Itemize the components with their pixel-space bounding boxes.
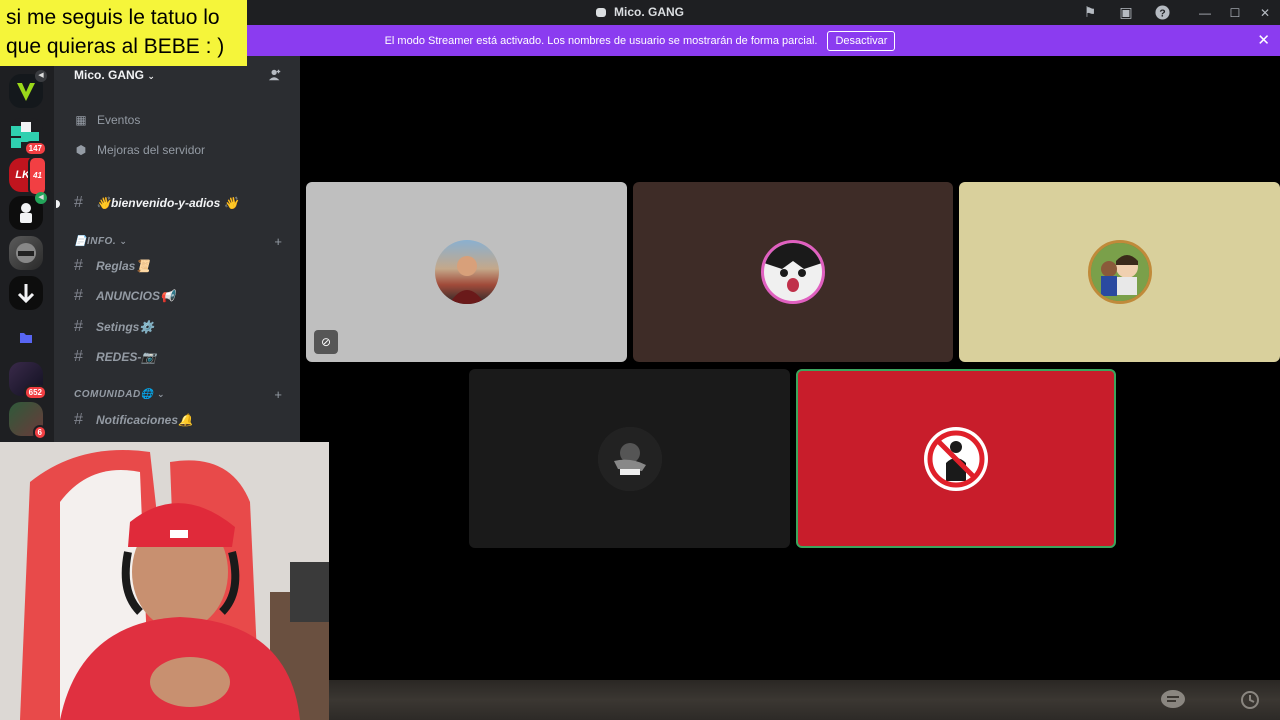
server-folder[interactable] xyxy=(9,320,43,354)
channel-label: Reglas📜 xyxy=(96,259,151,273)
participant-tile-3[interactable] xyxy=(959,182,1280,362)
channel-label: REDES-📷 xyxy=(96,350,157,364)
voice-controls-bar xyxy=(329,680,1280,720)
maximize-icon[interactable]: ☐ xyxy=(1220,0,1250,25)
server-lkz[interactable]: LKZ 41 xyxy=(9,156,47,196)
category-label: 📄INFO. xyxy=(74,236,117,247)
unread-indicator xyxy=(56,200,60,208)
channel-label: 👋bienvenido-y-adios 👋 xyxy=(96,196,239,210)
svg-text:?: ? xyxy=(1159,8,1165,19)
hash-icon: # xyxy=(74,194,83,211)
channel-label: Setings⚙️ xyxy=(96,320,155,334)
hash-icon: # xyxy=(74,257,83,274)
close-icon[interactable]: ✕ xyxy=(1250,0,1280,25)
participant-tile-4[interactable] xyxy=(469,369,790,548)
window-title: Mico. GANG xyxy=(613,5,684,19)
chevron-down-icon: ⌄ xyxy=(147,71,155,81)
server-rail: ◀ 147 LKZ 41 ◀ 652 6 xyxy=(0,56,54,442)
streamer-webcam xyxy=(0,442,329,720)
server-figure[interactable]: ◀ xyxy=(9,192,47,230)
banner-content: El modo Streamer está activado. Los nomb… xyxy=(300,25,980,56)
server-badge: 652 xyxy=(23,385,47,400)
flag-icon[interactable]: ⚑ xyxy=(1072,0,1108,25)
hash-icon: # xyxy=(74,411,83,428)
server-helmet[interactable] xyxy=(9,236,43,270)
banner-message: El modo Streamer está activado. Los nomb… xyxy=(384,34,818,47)
help-icon[interactable]: ? xyxy=(1144,0,1180,25)
hash-icon: # xyxy=(74,348,83,365)
category-community[interactable]: COMUNIDAD🌐 ⌄ xyxy=(74,389,165,400)
participant-avatar-no-entry xyxy=(924,426,988,491)
boost-icon: ⬢ xyxy=(75,143,87,157)
server-badge: 6 xyxy=(32,425,47,440)
discord-logo-icon xyxy=(595,8,606,17)
participant-avatar-cartoon xyxy=(1087,240,1152,304)
channel-socials[interactable]: # REDES-📷 xyxy=(74,348,156,366)
activity-icon[interactable] xyxy=(1236,686,1264,714)
server-v[interactable]: ◀ xyxy=(9,70,47,108)
channel-label: Notificaciones🔔 xyxy=(96,413,193,427)
inbox-icon[interactable]: ▣ xyxy=(1108,0,1144,25)
channel-notifications[interactable]: # Notificaciones🔔 xyxy=(74,411,193,429)
minimize-icon[interactable]: — xyxy=(1190,0,1220,25)
server-badge: 147 xyxy=(23,141,47,156)
app-window: Mico. GANG ⚑ ▣ ? — ☐ ✕ El modo Streamer … xyxy=(0,0,1280,720)
speaker-icon: ◀ xyxy=(35,192,47,204)
server-blocks[interactable]: 147 xyxy=(9,118,47,156)
channel-sidebar: Mico. GANG ⌄ ▦ Eventos ⬢ Mejoras del ser… xyxy=(54,56,300,442)
deactivate-button[interactable]: Desactivar xyxy=(827,30,896,51)
participant-tile-1[interactable]: ⊘ xyxy=(306,182,627,362)
server-dark[interactable]: 652 xyxy=(9,362,47,400)
speaker-icon: ◀ xyxy=(35,70,47,82)
stream-overlay-text: si me seguis le tatuo lo que quieras al … xyxy=(0,0,247,66)
banner-close-icon[interactable]: ✕ xyxy=(1257,31,1270,49)
channel-settings[interactable]: # Setings⚙️ xyxy=(74,318,154,336)
channel-label: ANUNCIOS📢 xyxy=(96,289,175,303)
add-channel-icon[interactable]: + xyxy=(274,234,282,249)
server-name: Mico. GANG xyxy=(74,68,145,82)
server-name-header[interactable]: Mico. GANG ⌄ xyxy=(74,68,155,82)
camera-off-icon: ⊘ xyxy=(314,330,338,354)
hash-icon: # xyxy=(74,318,83,335)
server-char[interactable]: 6 xyxy=(9,402,47,440)
participant-avatar-cat xyxy=(761,240,825,304)
nav-events-label: Eventos xyxy=(97,113,141,127)
server-arrow[interactable] xyxy=(9,276,43,310)
channel-rules[interactable]: # Reglas📜 xyxy=(74,257,150,275)
chat-icon[interactable] xyxy=(1159,686,1187,714)
participant-avatar-man xyxy=(434,240,499,304)
participant-tile-5[interactable] xyxy=(796,369,1116,548)
hash-icon: # xyxy=(74,287,83,304)
invite-people-icon[interactable] xyxy=(268,68,282,85)
nav-events[interactable]: ▦ Eventos xyxy=(74,113,140,127)
title-bar-controls: ⚑ ▣ ? — ☐ ✕ xyxy=(1072,0,1280,25)
server-badge: 41 xyxy=(28,156,47,196)
chevron-down-icon: ⌄ xyxy=(156,389,165,399)
add-channel-icon[interactable]: + xyxy=(274,387,282,402)
webcam-scene xyxy=(0,442,329,720)
channel-announcements[interactable]: # ANUNCIOS📢 xyxy=(74,287,175,305)
category-info[interactable]: 📄INFO. ⌄ xyxy=(74,236,127,247)
category-label: COMUNIDAD🌐 xyxy=(74,389,154,400)
nav-boosts-label: Mejoras del servidor xyxy=(97,143,206,157)
chevron-down-icon: ⌄ xyxy=(119,236,128,246)
nav-server-boosts[interactable]: ⬢ Mejoras del servidor xyxy=(74,143,205,157)
participant-avatar-dark xyxy=(597,426,662,491)
participant-tile-2[interactable] xyxy=(633,182,953,362)
calendar-icon: ▦ xyxy=(75,113,87,127)
channel-welcome[interactable]: # 👋bienvenido-y-adios 👋 xyxy=(74,194,239,212)
